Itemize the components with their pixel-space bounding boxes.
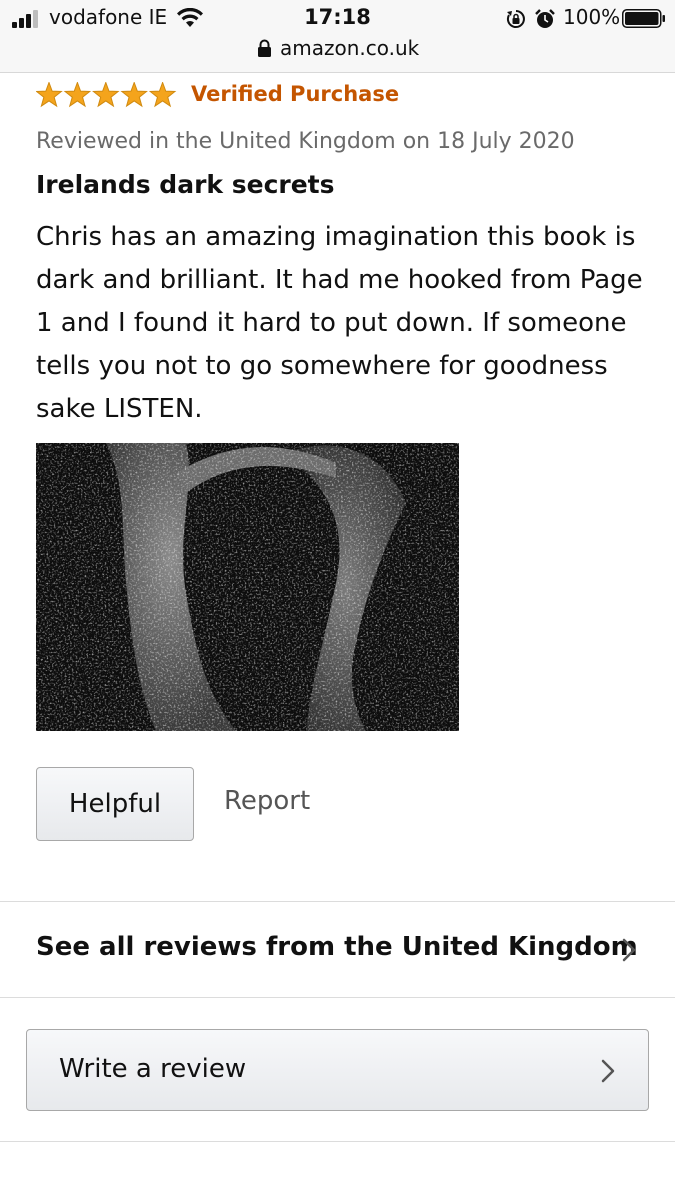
status-bar: vodafone IE 17:18 100% amazon.co.uk <box>0 0 675 73</box>
star-icon <box>92 82 120 108</box>
divider <box>0 1141 675 1142</box>
report-link[interactable]: Report <box>224 786 310 816</box>
review-photo-icon <box>36 443 459 731</box>
see-all-reviews-label: See all reviews from the United Kingdom <box>36 932 638 962</box>
write-review-button[interactable]: Write a review <box>26 1029 649 1111</box>
write-review-label: Write a review <box>59 1054 247 1084</box>
orientation-lock-icon <box>506 10 525 28</box>
review-title: Irelands dark secrets <box>36 170 335 199</box>
divider <box>0 997 675 998</box>
review-date: Reviewed in the United Kingdom on 18 Jul… <box>36 129 575 154</box>
review-body: Chris has an amazing imagination this bo… <box>36 222 643 424</box>
review-photo[interactable] <box>36 443 459 731</box>
chevron-right-icon <box>622 938 636 962</box>
chevron-right-icon <box>601 1059 615 1083</box>
lock-icon <box>258 39 271 57</box>
battery-percentage: 100% <box>563 5 621 29</box>
see-all-reviews-link[interactable]: See all reviews from the United Kingdom <box>0 902 675 997</box>
star-icon <box>120 82 148 108</box>
helpful-button[interactable]: Helpful <box>36 767 194 841</box>
verified-purchase-badge: Verified Purchase <box>191 82 400 106</box>
star-icon <box>148 82 177 108</box>
alarm-icon <box>535 9 555 28</box>
star-icon <box>36 82 63 108</box>
star-icon <box>63 82 92 108</box>
address-bar[interactable]: amazon.co.uk <box>0 36 675 64</box>
url-text: amazon.co.uk <box>280 36 420 60</box>
star-rating <box>36 82 177 108</box>
battery-icon <box>622 9 665 28</box>
